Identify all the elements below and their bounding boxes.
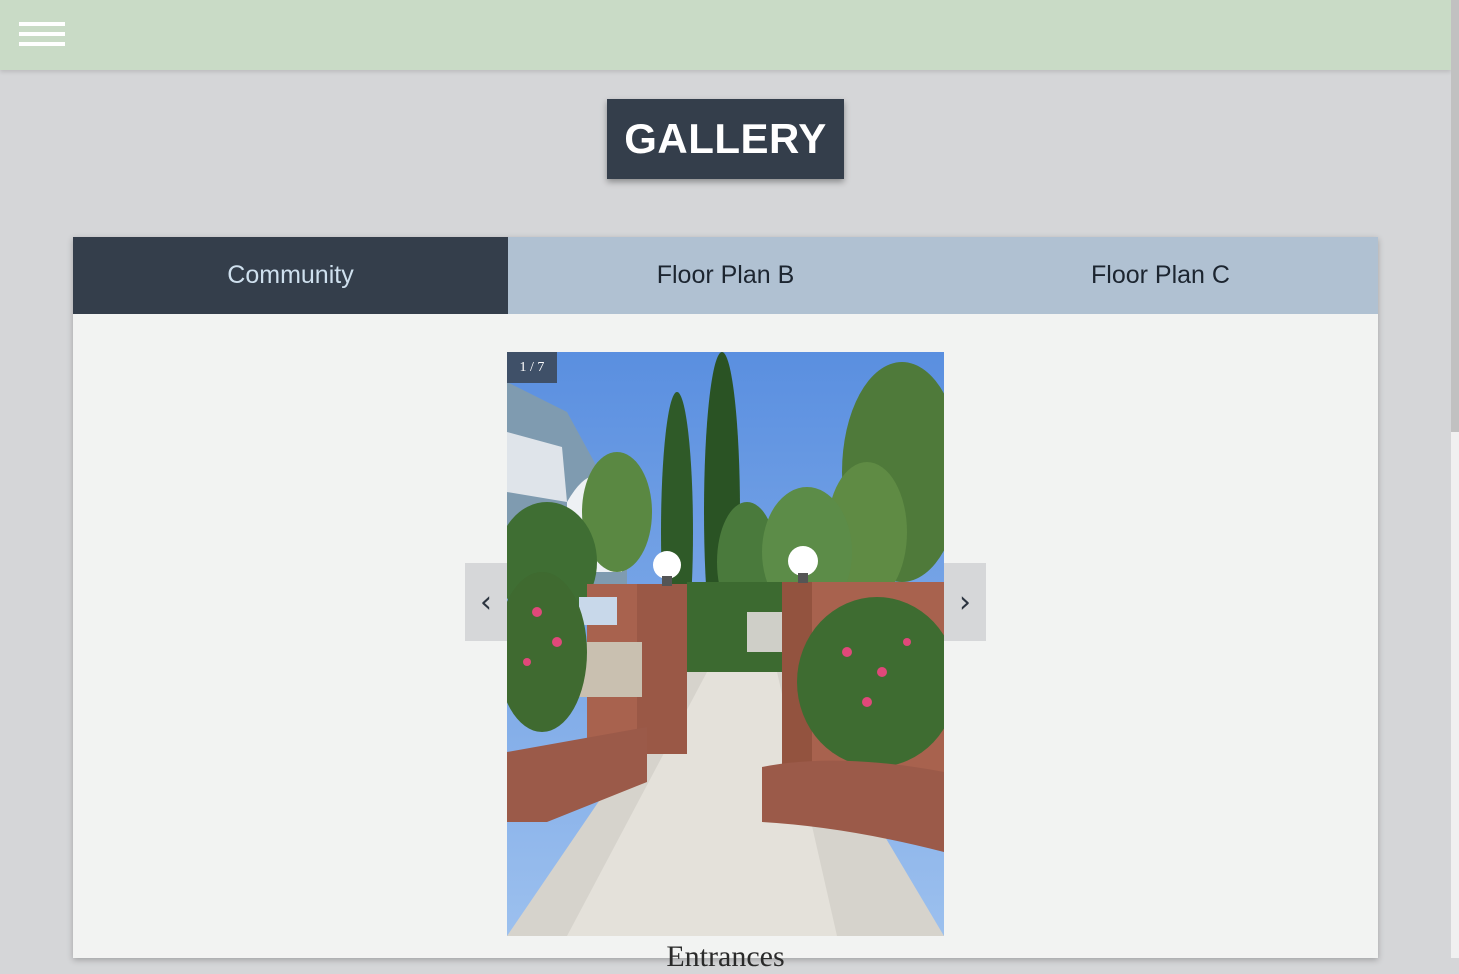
page-title-box: GALLERY <box>607 99 844 179</box>
slide-caption: Entrances <box>666 940 785 973</box>
tab-community[interactable]: Community <box>73 237 508 314</box>
top-bar <box>0 0 1451 70</box>
entrance-photo <box>507 352 944 936</box>
chevron-right-icon[interactable]: › <box>944 563 986 641</box>
tab-floor-plan-b[interactable]: Floor Plan B <box>508 237 943 314</box>
gallery-panel: Community Floor Plan B Floor Plan C 1 / … <box>73 237 1378 973</box>
page-title: GALLERY <box>624 115 827 162</box>
slide-image: 1 / 7 <box>507 352 944 936</box>
scrollbar[interactable] <box>1451 0 1459 958</box>
chevron-left-icon[interactable]: ‹ <box>465 563 507 641</box>
gallery-tabs: Community Floor Plan B Floor Plan C <box>73 237 1378 314</box>
scrollbar-thumb[interactable] <box>1451 0 1459 432</box>
slide-counter: 1 / 7 <box>507 352 557 383</box>
hamburger-menu-icon[interactable] <box>19 22 66 48</box>
tab-floor-plan-c[interactable]: Floor Plan C <box>943 237 1378 314</box>
